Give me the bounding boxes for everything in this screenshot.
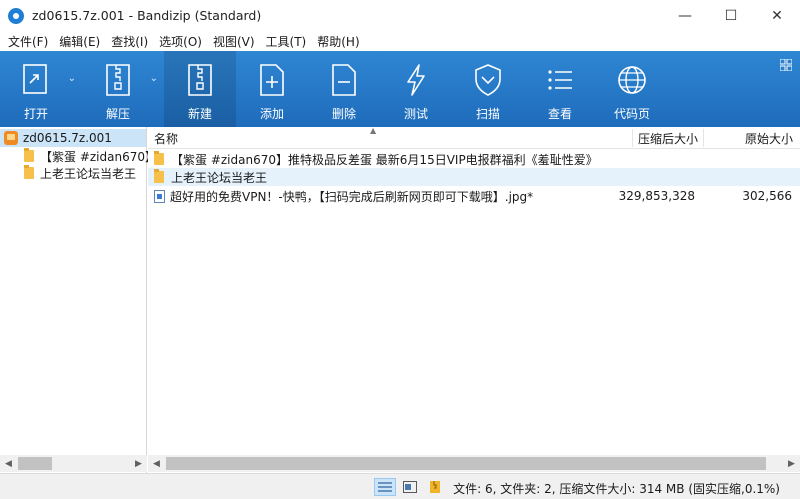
minimize-button[interactable]: — [662,0,708,31]
preview-pane-icon[interactable] [399,478,421,496]
archive-info-icon[interactable] [424,478,446,496]
menu-options[interactable]: 选项(O) [155,33,206,50]
new-archive-icon [183,61,217,99]
view-button[interactable]: 查看 [524,51,596,127]
open-button[interactable]: 打开 ⌄ [0,51,76,127]
column-header-name[interactable]: 名称 [154,127,178,149]
lightning-icon [399,61,433,99]
maximize-button[interactable]: ☐ [708,0,754,31]
tree-item-label: 【紫蛋 #zidan670】 [40,149,157,164]
scroll-left-icon[interactable]: ◀ [148,455,165,472]
scroll-right-icon[interactable]: ▶ [130,455,147,472]
delete-button[interactable]: 删除 [308,51,380,127]
scrollbar-thumb[interactable] [18,457,52,470]
scrollbar-thumb[interactable] [166,457,766,470]
extract-zip-icon [101,61,135,99]
folder-tree: zd0615.7z.001 【紫蛋 #zidan670】 上老王论坛当老王 [0,127,157,473]
menu-file[interactable]: 文件(F) [4,33,52,50]
folder-icon [24,165,34,179]
title-bar: zd0615.7z.001 - Bandizip (Standard) — ☐ … [0,0,800,31]
status-summary: 文件: 6, 文件夹: 2, 压缩文件大小: 314 MB (固实压缩,0.1%… [453,482,780,496]
tree-item-folder[interactable]: 【紫蛋 #zidan670】 [0,147,157,165]
item-packed-size: 329,853,328 [618,189,695,203]
extract-dropdown-chevron-icon[interactable]: ⌄ [150,73,158,84]
tree-item-folder[interactable]: 上老王论坛当老王 [0,164,136,182]
item-name: 上老王论坛当老王 [171,170,268,185]
list-header: ▲ 名称 压缩后大小 原始大小 [148,126,800,149]
scroll-right-icon[interactable]: ▶ [783,455,800,472]
tree-item-archive-root[interactable]: zd0615.7z.001 [0,129,146,147]
add-button[interactable]: 添加 [236,51,308,127]
list-view-icon [543,61,577,99]
file-list: ▲ 名称 压缩后大小 原始大小 【紫蛋 #zidan670】推特极品反差蛋 最新… [148,126,800,473]
scroll-left-icon[interactable]: ◀ [0,455,17,472]
add-file-icon [255,61,289,99]
column-header-original-size[interactable]: 原始大小 [745,127,793,149]
bandizip-app-icon [8,7,24,24]
folder-icon [154,151,164,165]
open-dropdown-chevron-icon[interactable]: ⌄ [68,73,76,84]
open-icon [19,61,53,99]
list-item[interactable]: 上老王论坛当老王 [148,168,800,186]
new-archive-button[interactable]: 新建 [164,51,236,127]
menu-bar: 文件(F) 编辑(E) 查找(I) 选项(O) 视图(V) 工具(T) 帮助(H… [0,31,800,51]
shield-icon [471,61,505,99]
menu-view[interactable]: 视图(V) [209,33,259,50]
window-controls: — ☐ ✕ [662,0,800,31]
item-name: 【紫蛋 #zidan670】推特极品反差蛋 最新6月15日VIP电报群福利《羞耻… [171,152,598,167]
menu-edit[interactable]: 编辑(E) [55,33,104,50]
delete-file-icon [327,61,361,99]
grid-layout-icon[interactable] [779,58,793,72]
image-file-icon [154,189,165,203]
codepage-button[interactable]: 代码页 [596,51,668,127]
menu-help[interactable]: 帮助(H) [313,33,363,50]
archive-icon [4,131,18,145]
details-view-icon[interactable] [374,478,396,496]
list-horizontal-scrollbar[interactable]: ◀ ▶ [148,455,800,472]
list-item[interactable]: 超好用的免费VPN！-快鸭，【扫码完成后刷新网页即可下载哦】.jpg* 329,… [148,187,800,205]
extract-button[interactable]: 解压 ⌄ [82,51,158,127]
menu-tools[interactable]: 工具(T) [262,33,311,50]
column-header-packed-size[interactable]: 压缩后大小 [638,127,698,149]
toolbar: 打开 ⌄ 解压 ⌄ 新建 添加 删除 测试 扫描 查看 代码页 [0,51,800,127]
folder-icon [24,148,34,162]
tree-horizontal-scrollbar[interactable]: ◀ ▶ [0,455,147,472]
item-name: 超好用的免费VPN！-快鸭，【扫码完成后刷新网页即可下载哦】.jpg* [170,189,534,204]
globe-icon [615,61,649,99]
close-button[interactable]: ✕ [754,0,800,31]
status-bar: 文件: 6, 文件夹: 2, 压缩文件大小: 314 MB (固实压缩,0.1%… [0,473,800,499]
window-title: zd0615.7z.001 - Bandizip (Standard) [32,8,262,23]
sort-ascending-icon: ▲ [370,126,377,135]
tree-item-label: 上老王论坛当老王 [40,166,137,181]
menu-find[interactable]: 查找(I) [107,33,152,50]
folder-icon [154,169,164,183]
scan-button[interactable]: 扫描 [452,51,524,127]
tree-item-label: zd0615.7z.001 [23,131,112,145]
test-button[interactable]: 测试 [380,51,452,127]
list-item[interactable]: 【紫蛋 #zidan670】推特极品反差蛋 最新6月15日VIP电报群福利《羞耻… [148,150,800,168]
item-original-size: 302,566 [742,189,792,203]
